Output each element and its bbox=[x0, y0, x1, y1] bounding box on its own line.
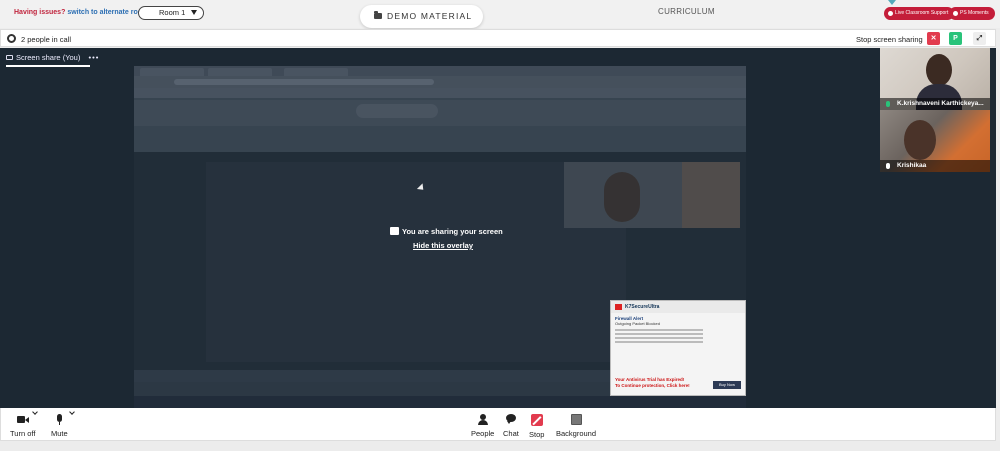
chat-label: Chat bbox=[503, 429, 519, 438]
participant-face bbox=[926, 54, 952, 86]
mic-options-chevron-icon[interactable] bbox=[69, 409, 75, 415]
demo-material-label: DEMO MATERIAL bbox=[387, 11, 473, 21]
people-count: 2 people in call bbox=[21, 35, 72, 44]
background-button[interactable]: Background bbox=[556, 414, 596, 438]
screen-share-tab-label: Screen share (You) bbox=[16, 53, 81, 62]
antivirus-buy-button: Buy Now bbox=[713, 381, 741, 389]
stop-label: Stop bbox=[529, 430, 545, 439]
antivirus-warning-line2: To Continue protection, Click here! bbox=[615, 383, 690, 388]
active-tab-indicator bbox=[6, 65, 90, 67]
switch-room-link[interactable]: switch to alternate room bbox=[67, 9, 148, 16]
antivirus-header: K7SecureUltra bbox=[611, 301, 745, 313]
participant-tile[interactable]: K.krishnaveni Karthickeya... bbox=[880, 48, 990, 110]
hide-overlay-link[interactable]: Hide this overlay bbox=[413, 241, 473, 250]
stop-share-icon bbox=[530, 414, 543, 426]
issues-banner: Having issues? switch to alternate room bbox=[14, 9, 148, 16]
screen-share-icon bbox=[390, 227, 399, 235]
microphone-icon bbox=[55, 414, 63, 425]
page-bottom-strip bbox=[0, 441, 1000, 451]
antivirus-brand: K7SecureUltra bbox=[625, 304, 660, 310]
antivirus-title: Firewall Alert bbox=[615, 316, 644, 321]
participant-avatar[interactable]: P bbox=[949, 32, 962, 45]
fullscreen-button[interactable]: ⤢ bbox=[973, 32, 986, 45]
ps-moments-label: PS Moments bbox=[960, 10, 989, 16]
ps-moments-button[interactable]: PS Moments bbox=[949, 7, 995, 20]
mute-button[interactable]: Mute bbox=[51, 414, 68, 438]
call-toolbar: Turn off Mute People Chat Stop Backgroun… bbox=[0, 408, 996, 441]
chat-button[interactable]: Chat bbox=[503, 414, 519, 438]
stop-sharing-close-button[interactable]: ✕ bbox=[927, 32, 940, 45]
participant-name: Krishikaa bbox=[897, 162, 927, 169]
camera-toggle-label: Turn off bbox=[10, 429, 36, 438]
issues-text: Having issues? bbox=[14, 9, 66, 16]
monitor-icon bbox=[6, 55, 13, 60]
people-button[interactable]: People bbox=[471, 414, 494, 438]
live-support-label: Live Classroom Support bbox=[895, 10, 949, 16]
chat-icon bbox=[505, 414, 516, 425]
room-select[interactable]: Room 1 bbox=[138, 6, 204, 20]
screen-share-tab[interactable]: Screen share (You) ••• bbox=[6, 51, 99, 65]
mic-icon bbox=[886, 163, 890, 169]
live-support-button[interactable]: Live Classroom Support bbox=[884, 7, 955, 20]
mic-active-icon bbox=[886, 101, 890, 107]
more-options-icon[interactable]: ••• bbox=[88, 53, 99, 62]
antivirus-details bbox=[611, 326, 745, 348]
mute-label: Mute bbox=[51, 429, 68, 438]
participant-name-bar: K.krishnaveni Karthickeya... bbox=[880, 98, 990, 110]
call-header: 2 people in call Stop screen sharing ✕ P… bbox=[0, 29, 996, 47]
camera-toggle-button[interactable]: Turn off bbox=[10, 414, 35, 438]
participant-name: K.krishnaveni Karthickeya... bbox=[897, 100, 984, 107]
overlay-message: You are sharing your screen bbox=[390, 227, 503, 236]
background-icon bbox=[570, 414, 582, 425]
antivirus-warning: Your Antivirus Trial has Expired! To Con… bbox=[615, 377, 690, 389]
stop-screen-sharing-label[interactable]: Stop screen sharing bbox=[856, 35, 923, 44]
top-bar: Having issues? switch to alternate room … bbox=[0, 0, 1000, 28]
support-icon bbox=[888, 11, 893, 16]
background-label: Background bbox=[556, 429, 597, 438]
video-stage: Screen share (You) ••• K7SecureUltra Fir… bbox=[0, 48, 996, 408]
people-icon bbox=[477, 414, 488, 425]
people-label: People bbox=[471, 429, 495, 438]
antivirus-popup: K7SecureUltra Firewall Alert Outgoing Pa… bbox=[610, 300, 746, 396]
room-select-value: Room 1 bbox=[159, 8, 186, 17]
pointer-indicator-icon bbox=[888, 0, 896, 5]
curriculum-tab[interactable]: CURRICULUM bbox=[658, 7, 715, 16]
demo-material-button[interactable]: DEMO MATERIAL bbox=[360, 5, 483, 28]
moments-icon bbox=[953, 11, 958, 16]
gear-icon[interactable] bbox=[7, 34, 16, 43]
shared-screen-preview: K7SecureUltra Firewall Alert Outgoing Pa… bbox=[134, 66, 746, 408]
stop-share-button[interactable]: Stop bbox=[529, 414, 544, 439]
antivirus-logo-icon bbox=[615, 304, 622, 310]
chevron-down-icon bbox=[191, 10, 197, 15]
folder-icon bbox=[374, 11, 382, 19]
overlay-message-text: You are sharing your screen bbox=[402, 227, 503, 236]
camera-icon bbox=[16, 414, 29, 425]
participant-name-bar: Krishikaa bbox=[880, 160, 990, 172]
participant-tile[interactable]: Krishikaa bbox=[880, 110, 990, 172]
participant-face bbox=[904, 120, 936, 160]
